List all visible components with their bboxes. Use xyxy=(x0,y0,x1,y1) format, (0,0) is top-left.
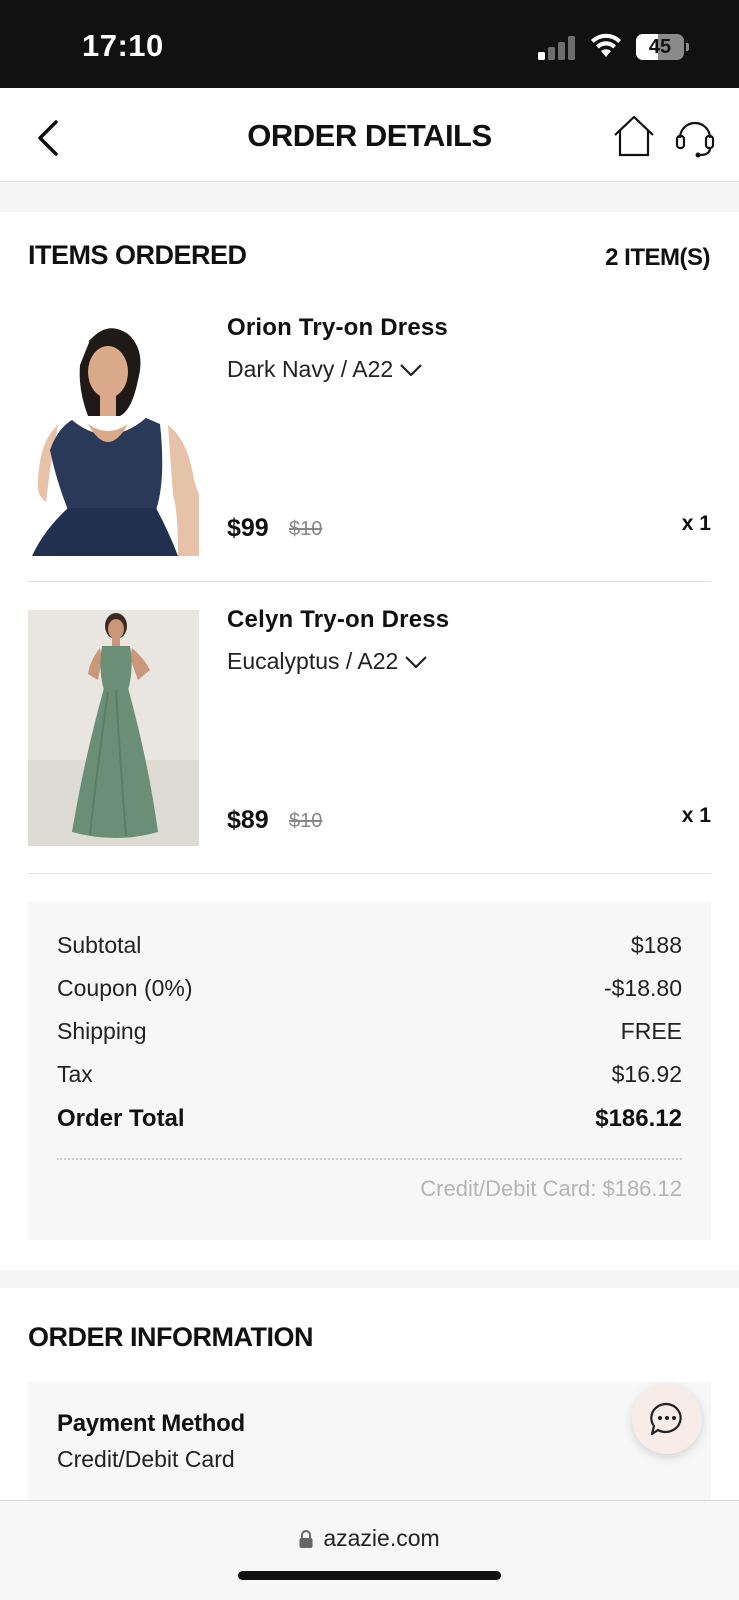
summary-value: FREE xyxy=(620,1018,682,1044)
sale-price: $99 xyxy=(227,514,269,542)
order-total-value: $186.12 xyxy=(595,1105,682,1132)
headset-icon[interactable] xyxy=(674,116,716,158)
battery-icon: 45 xyxy=(636,34,689,60)
sale-price: $89 xyxy=(227,806,269,834)
dotted-divider xyxy=(57,1158,682,1160)
lock-icon xyxy=(299,1529,313,1548)
summary-row-coupon: Coupon (0%) -$18.80 xyxy=(57,975,682,1005)
items-ordered-title: ITEMS ORDERED xyxy=(28,240,247,270)
order-item[interactable]: Celyn Try-on Dress Eucalyptus / A22 $89 … xyxy=(28,582,711,874)
summary-label: Shipping xyxy=(57,1018,147,1044)
signal-bars-icon xyxy=(538,36,575,60)
quantity: x 1 xyxy=(681,804,711,827)
payment-method-label: Payment Method xyxy=(57,1410,245,1437)
order-item[interactable]: Orion Try-on Dress Dark Navy / A22 $99 $… xyxy=(28,290,711,582)
order-summary: Subtotal $188 Coupon (0%) -$18.80 Shippi… xyxy=(28,902,711,1240)
status-time: 17:10 xyxy=(82,28,164,63)
original-price: $10 xyxy=(289,518,323,540)
original-price: $10 xyxy=(289,810,323,832)
item-count: 2 ITEM(S) xyxy=(605,244,710,271)
summary-value: $188 xyxy=(630,932,682,958)
quantity: x 1 xyxy=(681,512,711,535)
product-name[interactable]: Orion Try-on Dress xyxy=(227,314,448,342)
variant-label: Dark Navy / A22 xyxy=(227,356,394,382)
order-total-label: Order Total xyxy=(57,1105,185,1132)
chat-bubble-icon xyxy=(650,1402,682,1436)
browser-address-bar[interactable]: azazie.com xyxy=(0,1500,739,1600)
status-bar: 17:10 45 xyxy=(0,0,739,88)
items-ordered-section: ITEMS ORDERED 2 ITEM(S) Orion Try-on Dre… xyxy=(0,212,739,1270)
payment-breakdown: Credit/Debit Card: $186.12 xyxy=(420,1176,682,1201)
summary-value: -$18.80 xyxy=(603,975,682,1001)
summary-row-tax: Tax $16.92 xyxy=(57,1061,682,1091)
summary-row-subtotal: Subtotal $188 xyxy=(57,932,682,962)
url-text[interactable]: azazie.com xyxy=(323,1525,439,1552)
chevron-down-icon xyxy=(405,655,428,668)
divider xyxy=(28,873,711,874)
summary-row-total: Order Total $186.12 xyxy=(57,1105,682,1135)
summary-row-shipping: Shipping FREE xyxy=(57,1018,682,1048)
product-image[interactable] xyxy=(28,320,199,556)
variant-label: Eucalyptus / A22 xyxy=(227,648,399,674)
payment-method-value: Credit/Debit Card xyxy=(57,1446,235,1472)
summary-value: $16.92 xyxy=(611,1061,682,1087)
summary-label: Tax xyxy=(57,1061,93,1087)
variant-dropdown[interactable]: Dark Navy / A22 xyxy=(227,356,423,383)
battery-level: 45 xyxy=(648,36,672,58)
chevron-down-icon xyxy=(400,363,422,376)
product-name[interactable]: Celyn Try-on Dress xyxy=(227,606,449,634)
home-indicator xyxy=(238,1571,501,1580)
variant-dropdown[interactable]: Eucalyptus / A22 xyxy=(227,648,428,675)
order-information-title: ORDER INFORMATION xyxy=(28,1322,313,1352)
navigation-bar: ORDER DETAILS xyxy=(0,88,739,182)
summary-label: Coupon (0%) xyxy=(57,975,193,1001)
wifi-icon xyxy=(591,33,621,57)
product-image[interactable] xyxy=(28,610,199,846)
home-icon[interactable] xyxy=(612,114,656,158)
chat-button[interactable] xyxy=(632,1384,702,1454)
summary-label: Subtotal xyxy=(57,932,142,958)
